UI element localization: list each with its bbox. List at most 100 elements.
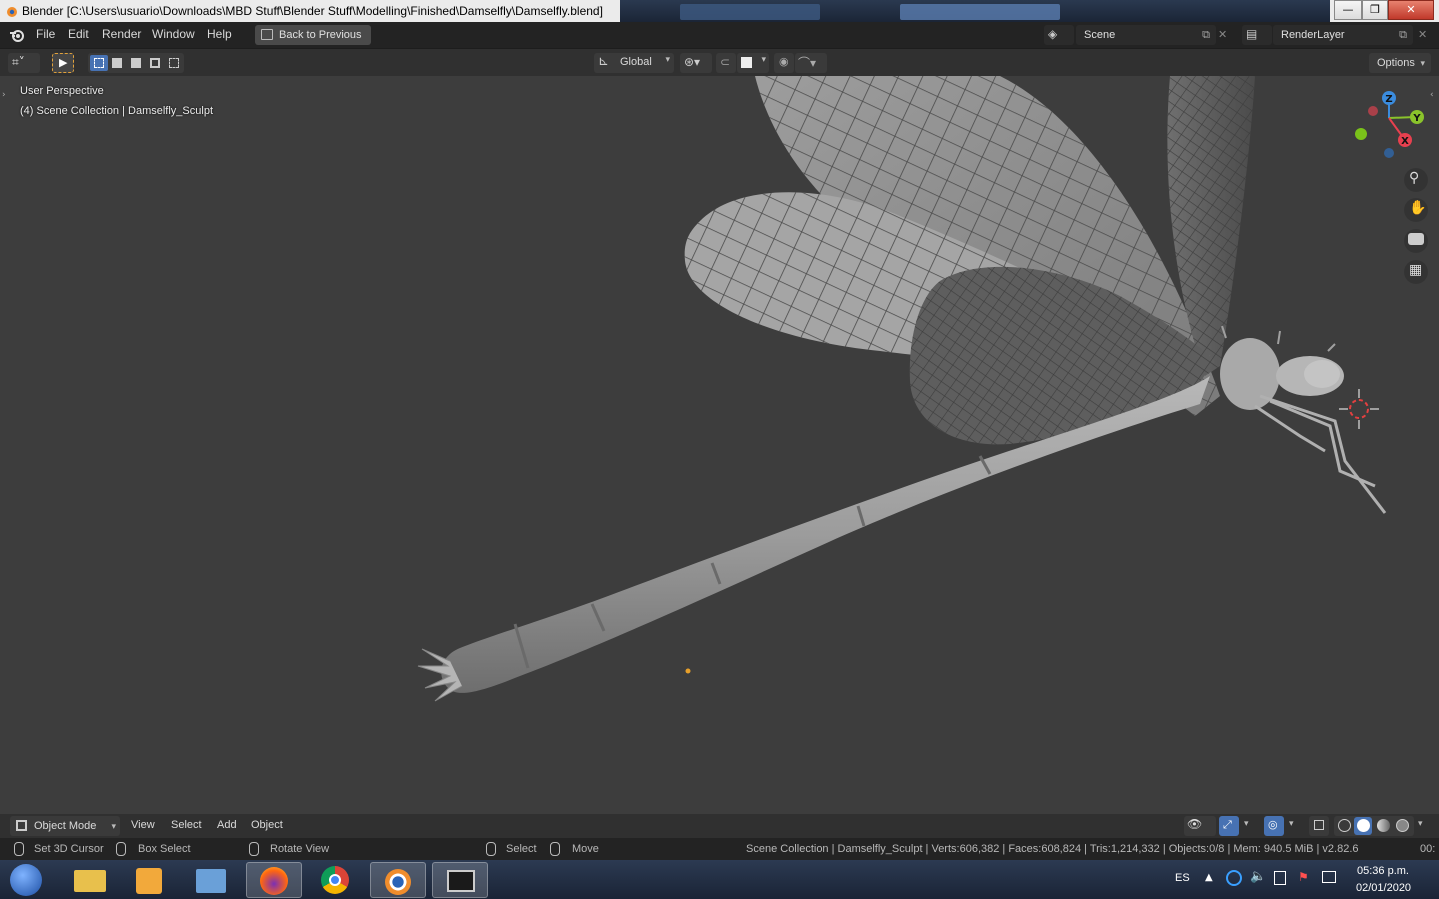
scene-selector-button[interactable]: ◈	[1044, 25, 1074, 45]
viewport-bottom-header: Object Mode ▾ View Select Add Object 👁 ⤢…	[0, 814, 1439, 838]
scene-name-field[interactable]: Scene ⧉	[1076, 25, 1216, 45]
menu-file[interactable]: File	[36, 27, 55, 41]
network-icon[interactable]	[1322, 871, 1336, 883]
menu-render[interactable]: Render	[102, 27, 141, 41]
proportional-edit-button[interactable]: ◉	[774, 53, 794, 73]
maximize-button[interactable]: ❐	[1362, 0, 1388, 20]
object-mode-dropdown[interactable]: Object Mode ▾	[10, 816, 120, 836]
material-shading-icon[interactable]	[1377, 819, 1390, 832]
control-panel-icon	[196, 869, 226, 893]
windows-logo-icon	[10, 864, 42, 896]
tray-app-icon[interactable]	[1226, 870, 1242, 886]
renderlayer-name-field[interactable]: RenderLayer ⧉	[1273, 25, 1413, 45]
chevron-down-icon: ▾	[111, 821, 116, 831]
windows-taskbar: ES ▲ 🔈 ⚑ 05:36 p.m. 02/01/2020	[0, 860, 1439, 899]
mouse-left-icon	[14, 842, 24, 856]
select-subtract-icon[interactable]	[131, 58, 141, 68]
chevron-down-icon[interactable]: ▾	[1289, 819, 1294, 829]
select-extend-icon[interactable]	[112, 58, 122, 68]
taskbar-explorer[interactable]	[62, 862, 118, 898]
grid-icon: ▦	[1409, 262, 1423, 278]
device-icon[interactable]	[1274, 871, 1286, 885]
scene-copy-icon[interactable]: ⧉	[1202, 25, 1210, 45]
3d-cursor-icon[interactable]	[1339, 389, 1379, 429]
taskbar-blender[interactable]	[370, 862, 426, 898]
transform-orientation-dropdown[interactable]: ⊾ Global ▾	[594, 53, 674, 73]
xray-toggle-button[interactable]	[1309, 816, 1329, 836]
show-hidden-icons-icon[interactable]: ▲	[1205, 872, 1213, 883]
options-label: Options	[1377, 57, 1415, 69]
taskbar-media-player[interactable]	[122, 862, 178, 898]
3d-viewport[interactable]: User Perspective (4) Scene Collection | …	[0, 76, 1439, 814]
gizmo-z-label: Z	[1385, 94, 1392, 105]
navigation-gizmo[interactable]: Z Y X	[1350, 88, 1430, 168]
zoom-magnifier-icon: ⚲	[1409, 170, 1420, 186]
mouse-middle-icon	[249, 842, 259, 856]
object-mode-label: Object Mode	[34, 820, 97, 832]
menu-help[interactable]: Help	[207, 27, 232, 41]
hand-icon: ✋	[1409, 200, 1427, 216]
status-extra: 00:	[1420, 843, 1436, 855]
tray-clock-date[interactable]: 02/01/2020	[1356, 882, 1411, 894]
object-menu[interactable]: Object	[251, 819, 283, 831]
status-rotate-view: Rotate View	[270, 843, 330, 855]
orientation-label: Global	[620, 56, 652, 68]
visibility-dropdown[interactable]: 👁	[1184, 816, 1216, 836]
chrome-center-icon	[329, 874, 341, 886]
background-taskbar-tabs	[620, 0, 1330, 22]
renderlayer-icon: ▤	[1246, 27, 1258, 41]
taskbar-control-panel[interactable]	[184, 862, 240, 898]
renderlayer-selector-button[interactable]: ▤	[1242, 25, 1272, 45]
chevron-down-icon: ▾	[1420, 58, 1425, 68]
view-menu[interactable]: View	[131, 819, 155, 831]
action-center-icon[interactable]: ⚑	[1298, 870, 1309, 884]
rendered-shading-icon[interactable]	[1396, 819, 1409, 832]
falloff-curve-icon: ⌒▾	[798, 56, 817, 70]
language-indicator[interactable]: ES	[1175, 872, 1190, 884]
pivot-icon: ⊛▾	[684, 55, 701, 69]
menu-edit[interactable]: Edit	[68, 27, 89, 41]
proportional-falloff-dropdown[interactable]: ⌒▾	[795, 53, 827, 73]
gizmo-toggle-button[interactable]: ⤢	[1219, 816, 1239, 836]
back-to-previous-button[interactable]: Back to Previous	[255, 25, 371, 45]
menu-window[interactable]: Window	[152, 27, 195, 41]
snap-toggle-button[interactable]: ⊂	[716, 53, 736, 73]
renderlayer-remove-icon[interactable]: ✕	[1418, 28, 1427, 41]
toolbar-expand-icon[interactable]: ›	[2, 90, 6, 100]
perspective-toggle-button[interactable]: ▦	[1404, 260, 1428, 284]
start-button[interactable]	[4, 861, 46, 898]
editor-type-button[interactable]: ⌗˅	[8, 53, 40, 73]
close-button[interactable]: ✕	[1388, 0, 1434, 20]
pan-view-button[interactable]: ✋	[1404, 198, 1428, 222]
select-new-square-icon	[94, 58, 104, 68]
sidebar-expand-icon[interactable]: ‹	[1430, 90, 1434, 100]
options-dropdown[interactable]: Options ▾	[1369, 53, 1431, 73]
status-box-select: Box Select	[138, 843, 191, 855]
taskbar-chrome[interactable]	[308, 862, 364, 898]
select-difference-icon[interactable]	[150, 58, 160, 68]
select-intersect-icon[interactable]	[169, 58, 179, 68]
select-menu[interactable]: Select	[171, 819, 202, 831]
wireframe-shading-icon[interactable]	[1338, 819, 1351, 832]
taskbar-task-manager[interactable]	[432, 862, 488, 898]
taskbar-firefox[interactable]	[246, 862, 302, 898]
camera-view-button[interactable]	[1404, 229, 1428, 253]
tray-clock-time[interactable]: 05:36 p.m.	[1357, 865, 1409, 877]
chevron-down-icon[interactable]: ▾	[1418, 819, 1423, 829]
view-name-label: User Perspective	[20, 85, 104, 97]
snap-target-dropdown[interactable]: ▾	[737, 53, 769, 73]
zoom-view-button[interactable]: ⚲	[1404, 168, 1428, 192]
pivot-point-dropdown[interactable]: ⊛▾	[680, 53, 712, 73]
chevron-down-icon[interactable]: ▾	[1244, 819, 1249, 829]
scene-remove-icon[interactable]: ✕	[1218, 28, 1227, 41]
eye-icon: 👁	[1187, 817, 1203, 831]
damselfly-model	[417, 76, 1387, 702]
blender-menu-icon[interactable]	[9, 27, 25, 43]
volume-icon[interactable]: 🔈	[1250, 869, 1266, 884]
renderlayer-copy-icon[interactable]: ⧉	[1399, 25, 1407, 45]
add-menu[interactable]: Add	[217, 819, 237, 831]
select-tool-button[interactable]: ▶	[52, 53, 74, 73]
minimize-button[interactable]: —	[1334, 0, 1362, 20]
viewport-tool-header: ⌗˅ ▶ ⊾ Global ▾ ⊛▾ ⊂ ▾ ◉ ⌒▾ Options ▾	[0, 48, 1439, 76]
overlay-toggle-button[interactable]: ◎	[1264, 816, 1284, 836]
